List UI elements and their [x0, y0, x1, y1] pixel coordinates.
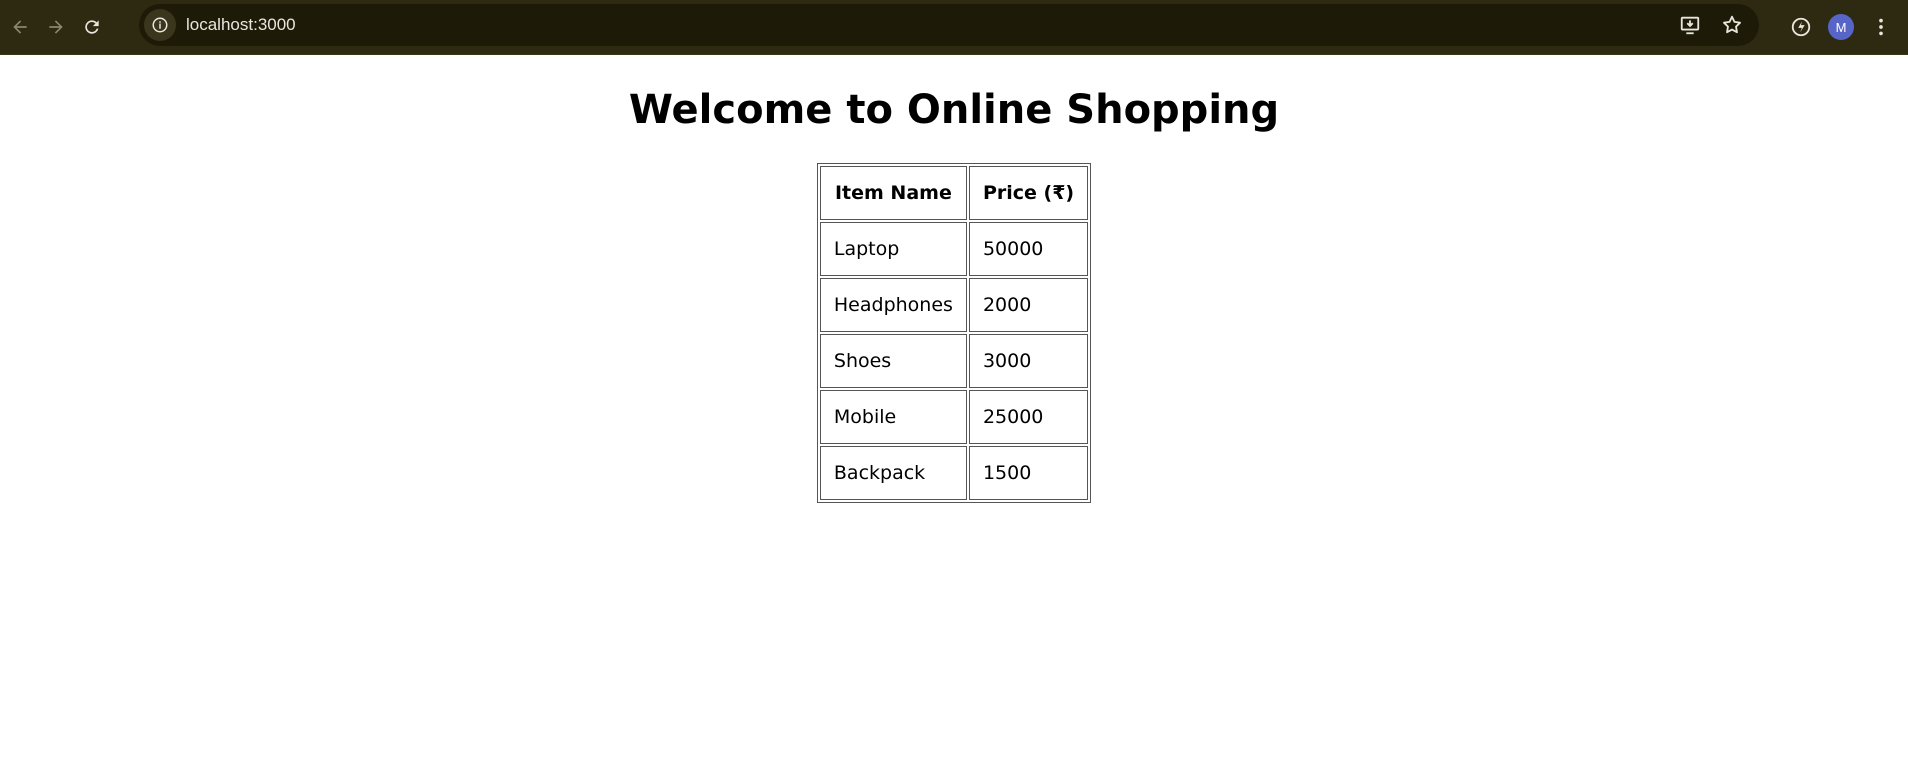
menu-button[interactable] — [1868, 14, 1894, 40]
browser-toolbar: localhost:3000 M — [0, 0, 1908, 55]
arrow-left-icon — [13, 20, 27, 34]
price-cell: 50000 — [968, 222, 1089, 276]
extension-button[interactable] — [1788, 14, 1814, 40]
item-name-cell: Backpack — [819, 446, 967, 500]
table-row: Mobile 25000 — [819, 390, 1089, 444]
reload-button[interactable] — [76, 11, 108, 43]
price-cell: 3000 — [968, 334, 1089, 388]
star-icon — [1723, 15, 1741, 34]
bookmark-button[interactable] — [1719, 12, 1745, 38]
site-info-button[interactable] — [144, 9, 176, 41]
item-name-cell: Headphones — [819, 278, 967, 332]
info-icon — [152, 17, 168, 33]
page-content: Welcome to Online Shopping Item Name Pri… — [0, 87, 1908, 503]
column-header-item-name: Item Name — [819, 166, 967, 220]
item-name-cell: Mobile — [819, 390, 967, 444]
url-text[interactable]: localhost:3000 — [186, 15, 296, 35]
arrow-right-icon — [49, 20, 63, 34]
column-header-price: Price (₹) — [968, 166, 1089, 220]
address-bar[interactable]: localhost:3000 — [139, 4, 1759, 46]
table-row: Backpack 1500 — [819, 446, 1089, 500]
item-name-cell: Shoes — [819, 334, 967, 388]
table-header-row: Item Name Price (₹) — [819, 166, 1089, 220]
table-row: Laptop 50000 — [819, 222, 1089, 276]
back-button[interactable] — [4, 11, 36, 43]
forward-button[interactable] — [40, 11, 72, 43]
extension-icon — [1791, 17, 1811, 37]
item-name-cell: Laptop — [819, 222, 967, 276]
install-app-button[interactable] — [1677, 12, 1703, 38]
price-cell: 25000 — [968, 390, 1089, 444]
items-table: Item Name Price (₹) Laptop 50000 Headpho… — [816, 163, 1092, 503]
price-cell: 2000 — [968, 278, 1089, 332]
reload-icon — [85, 20, 99, 34]
table-row: Headphones 2000 — [819, 278, 1089, 332]
table-row: Shoes 3000 — [819, 334, 1089, 388]
avatar[interactable]: M — [1828, 14, 1854, 40]
page-title: Welcome to Online Shopping — [628, 87, 1280, 133]
install-app-icon — [1680, 16, 1700, 35]
kebab-menu-icon — [1879, 18, 1883, 36]
price-cell: 1500 — [968, 446, 1089, 500]
